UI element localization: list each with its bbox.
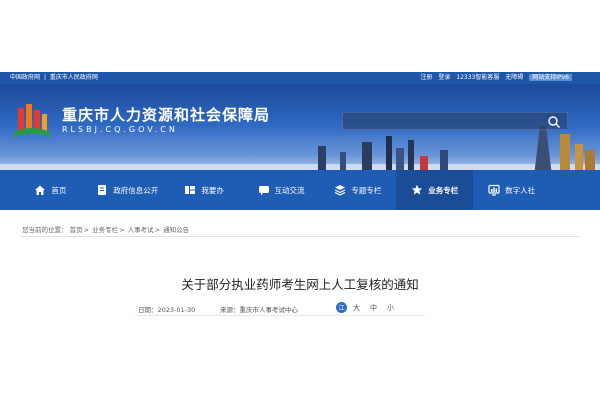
ipv6-badge: 网站支持IPv6 — [529, 74, 572, 81]
nav-item-business[interactable]: 业务专栏 — [396, 170, 474, 210]
breadcrumb-business[interactable]: 业务专栏 — [92, 226, 118, 234]
link-cq-gov[interactable]: 重庆市人民政府网 — [50, 74, 98, 81]
nav-item-label: 我要办 — [201, 185, 224, 195]
font-size-large[interactable]: 大 — [353, 303, 360, 313]
nav-item-gov-info[interactable]: 政府信息公开 — [89, 170, 166, 210]
font-size-icon: 江 — [336, 302, 347, 313]
search-box — [342, 112, 568, 130]
breadcrumb-notices[interactable]: 通知公告 — [163, 226, 189, 234]
layers-icon — [335, 185, 346, 196]
document-icon — [98, 185, 107, 195]
nav-item-label: 首页 — [51, 185, 67, 195]
breadcrumb-home[interactable]: 首页 — [70, 226, 83, 234]
breadcrumb-exams[interactable]: 人事考试 — [128, 226, 154, 234]
nav-item-label: 业务专栏 — [428, 185, 459, 195]
article-title: 关于部分执业药师考生网上人工复核的通知 — [181, 277, 419, 292]
header-banner: 重庆市人力资源和社会保障局 RLSBJ.CQ.GOV.CN — [0, 84, 600, 176]
bureau-logo-icon — [14, 104, 50, 140]
top-left-links: 中国政府网 | 重庆市人民政府网 — [10, 72, 100, 84]
link-separator: | — [43, 74, 46, 81]
nav-item-label: 政府信息公开 — [113, 185, 159, 195]
chat-icon — [258, 186, 269, 196]
site-domain: RLSBJ.CQ.GOV.CN — [62, 125, 178, 134]
accessibility-link[interactable]: 无障碍 — [505, 74, 523, 81]
main-nav: 首页 政府信息公开 我要办 互动交流 专题专栏 业务专栏 数字人社 — [0, 170, 600, 210]
nav-items: 首页 政府信息公开 我要办 互动交流 专题专栏 业务专栏 数字人社 — [12, 170, 550, 210]
nav-item-label: 专题专栏 — [351, 185, 382, 195]
register-link[interactable]: 注册 — [420, 74, 432, 81]
nav-item-interaction[interactable]: 互动交流 — [243, 170, 320, 210]
link-gov-cn[interactable]: 中国政府网 — [10, 74, 40, 81]
nav-item-topics[interactable]: 专题专栏 — [319, 170, 396, 210]
home-icon — [35, 185, 46, 195]
chart-icon — [488, 184, 500, 196]
article-source: 来源：重庆市人事考试中心 — [220, 306, 298, 314]
nav-item-home[interactable]: 首页 — [12, 170, 89, 210]
nav-item-services[interactable]: 我要办 — [166, 170, 243, 210]
site-name: 重庆市人力资源和社会保障局 — [62, 106, 271, 124]
smart-service-link[interactable]: 12333智能客服 — [456, 74, 499, 81]
font-size-medium[interactable]: 中 — [370, 303, 377, 313]
font-size-small[interactable]: 小 — [387, 303, 394, 313]
font-size-control: 江 大 中 小 — [336, 302, 404, 313]
breadcrumb-separator: > — [83, 226, 90, 234]
breadcrumb-separator: > — [119, 226, 125, 234]
breadcrumb-divider — [20, 236, 580, 237]
search-icon[interactable] — [547, 115, 561, 129]
star-icon — [412, 184, 423, 195]
article-date: 日期：2023-01-30 — [138, 306, 196, 314]
top-utility-bar: 中国政府网 | 重庆市人民政府网 注册 登录 12333智能客服 无障碍 网站支… — [0, 72, 600, 84]
nav-item-digital[interactable]: 数字人社 — [473, 170, 550, 210]
login-link[interactable]: 登录 — [438, 74, 450, 81]
service-icon — [185, 186, 196, 194]
breadcrumb-prefix: 您当前的位置： — [22, 226, 68, 234]
nav-item-label: 互动交流 — [274, 185, 305, 195]
top-right-links: 注册 登录 12333智能客服 无障碍 网站支持IPv6 — [416, 72, 572, 84]
search-input[interactable] — [343, 113, 543, 129]
breadcrumb-separator: > — [154, 226, 161, 234]
meta-divider — [135, 315, 425, 316]
nav-item-label: 数字人社 — [505, 185, 536, 195]
breadcrumb: 您当前的位置： 首页> 业务专栏> 人事考试> 通知公告 — [22, 224, 189, 234]
